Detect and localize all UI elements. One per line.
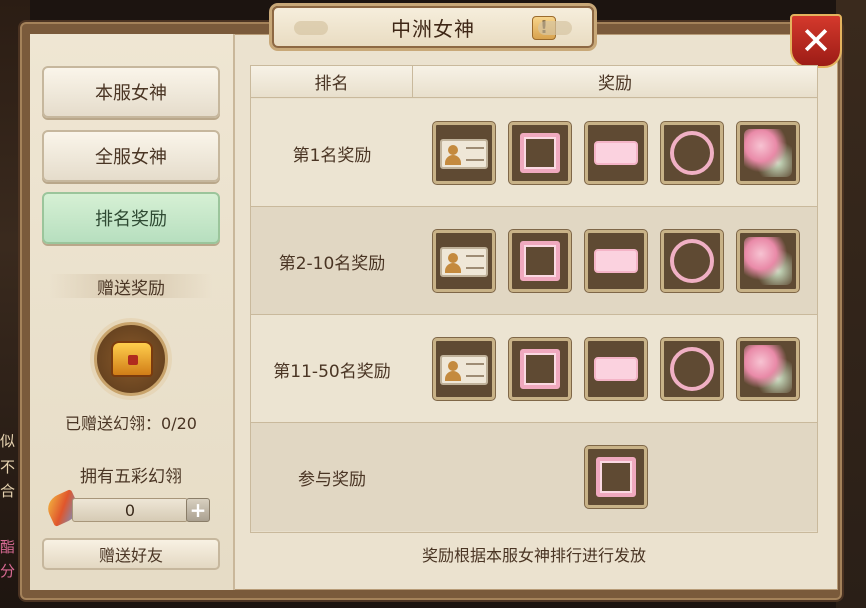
flower-ring-icon: [670, 347, 714, 391]
tab-label: 排名奖励: [95, 209, 167, 230]
reward-item[interactable]: [585, 338, 647, 400]
pink-frame-icon: [596, 457, 636, 497]
treasure-chest-icon: [111, 341, 153, 377]
name-card-icon: [440, 247, 488, 277]
pink-frame-icon: [520, 241, 560, 281]
name-card-icon: [440, 139, 488, 169]
flower-ring-icon: [670, 131, 714, 175]
name-card-icon: [440, 355, 488, 385]
side-char-1: 似: [0, 432, 16, 450]
pink-bubble-icon: [594, 141, 638, 165]
footer-note: 奖励根据本服女神排行进行发放: [421, 546, 646, 565]
quantity-field[interactable]: 0: [72, 498, 188, 522]
flower-corner-icon: [744, 129, 792, 177]
rewards-table: 排名 奖励 第1名奖励 第2-10名奖励 第11-50名奖励 参与奖励: [250, 65, 818, 533]
rank-label: 第1名奖励: [292, 145, 372, 166]
gift-friend-button[interactable]: 赠送好友: [42, 538, 220, 570]
reward-item[interactable]: [737, 338, 799, 400]
side-char-4: 酯: [0, 538, 16, 556]
rank-label: 第2-10名奖励: [278, 253, 386, 274]
table-header: 排名 奖励: [251, 66, 817, 98]
reward-item[interactable]: [433, 338, 495, 400]
reward-column-header: 奖励: [598, 74, 632, 94]
flower-ring-icon: [670, 239, 714, 283]
reward-item[interactable]: [585, 122, 647, 184]
tab-label: 本服女神: [95, 83, 167, 104]
reward-item[interactable]: [737, 122, 799, 184]
rank-label: 参与奖励: [298, 469, 366, 490]
pink-frame-icon: [520, 349, 560, 389]
pink-bubble-icon: [594, 357, 638, 381]
title-plate: 中洲女神 !: [272, 6, 594, 48]
tab-all-server-goddess[interactable]: 全服女神: [42, 130, 220, 182]
rank-label: 第11-50名奖励: [273, 361, 391, 382]
tab-rank-rewards[interactable]: 排名奖励: [42, 192, 220, 244]
cloud-ornament-icon: [294, 21, 328, 35]
side-char-5: 分: [0, 562, 16, 580]
table-row: 第1名奖励: [251, 99, 817, 207]
flower-corner-icon: [744, 237, 792, 285]
pink-bubble-icon: [594, 249, 638, 273]
close-icon: ✕: [800, 19, 832, 63]
tab-label: 全服女神: [95, 147, 167, 168]
gift-section-title: 赠送奖励: [50, 274, 212, 299]
reward-item[interactable]: [737, 230, 799, 292]
rank-column-header: 排名: [251, 66, 413, 97]
reward-item[interactable]: [433, 230, 495, 292]
reward-item[interactable]: [585, 446, 647, 508]
side-char-2: 不: [0, 458, 16, 476]
reward-item[interactable]: [433, 122, 495, 184]
pink-frame-icon: [520, 133, 560, 173]
flower-corner-icon: [744, 345, 792, 393]
reward-item[interactable]: [509, 338, 571, 400]
tab-local-goddess[interactable]: 本服女神: [42, 66, 220, 118]
cloud-ornament-icon: [538, 21, 572, 35]
reward-item[interactable]: [661, 338, 723, 400]
treasure-chest-button[interactable]: [94, 322, 168, 396]
reward-item[interactable]: [661, 122, 723, 184]
table-row: 参与奖励: [251, 423, 817, 531]
reward-item[interactable]: [585, 230, 647, 292]
reward-item[interactable]: [509, 230, 571, 292]
table-row: 第2-10名奖励: [251, 207, 817, 315]
gifted-count: 已赠送幻翎：0/20: [65, 414, 197, 433]
increment-button[interactable]: +: [186, 498, 210, 522]
close-button[interactable]: ✕: [790, 14, 842, 68]
owned-label: 拥有五彩幻翎: [80, 467, 182, 487]
plus-icon: +: [189, 498, 207, 522]
side-char-3: 合: [0, 482, 16, 500]
page-title: 中洲女神: [391, 16, 475, 41]
reward-item[interactable]: [661, 230, 723, 292]
reward-item[interactable]: [509, 122, 571, 184]
table-row: 第11-50名奖励: [251, 315, 817, 423]
